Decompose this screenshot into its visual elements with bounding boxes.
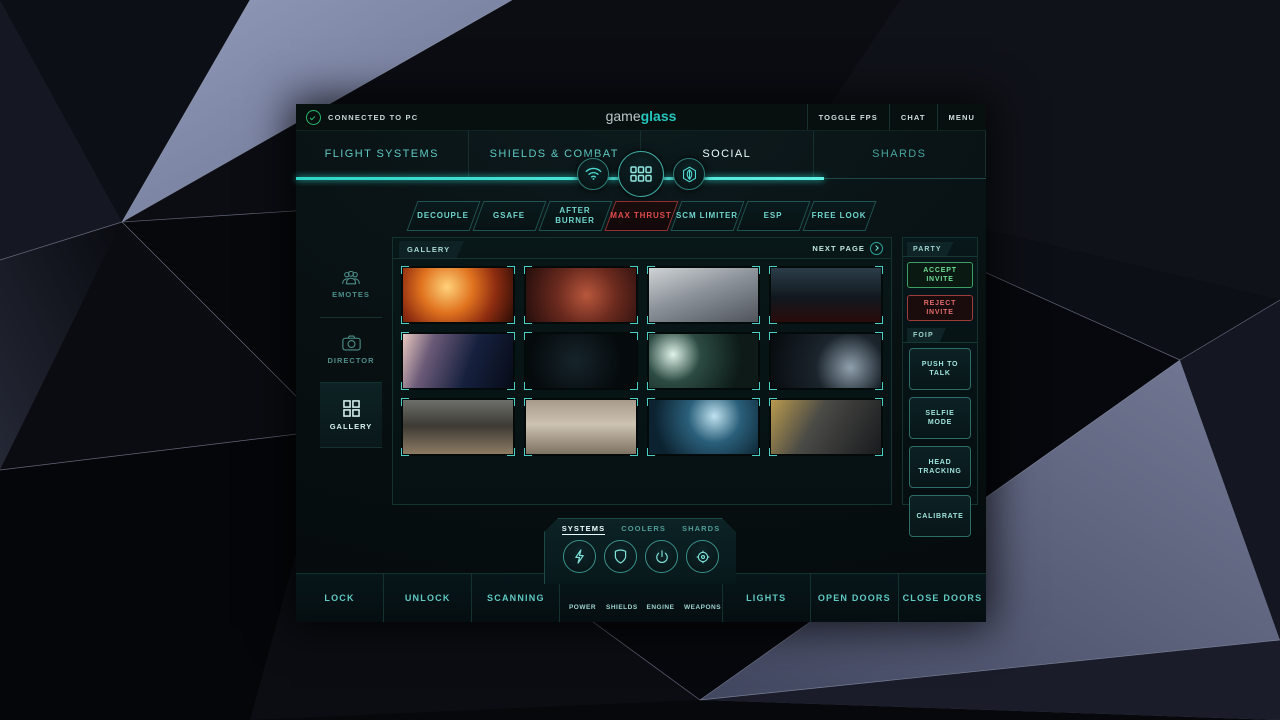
gameglass-window: CONNECTED TO PC gameglass TOGGLE FPS CHA… [296, 104, 986, 622]
subnav-gsafe[interactable]: GSAFE [472, 201, 546, 231]
gallery-thumbnail[interactable] [523, 332, 638, 390]
gallery-thumbnail[interactable] [646, 266, 761, 324]
close-doors-button[interactable]: CLOSE DOORS [899, 574, 986, 622]
subnav-scm-limiter[interactable]: SCM LIMITER [670, 201, 744, 231]
rail-item-gallery[interactable]: GALLERY [320, 383, 382, 448]
hud-icon-labels: POWER SHIELDS ENGINE WEAPONS [567, 604, 722, 611]
gallery-panel: GALLERY NEXT PAGE [392, 237, 892, 505]
gallery-thumbnail[interactable] [401, 398, 515, 456]
gallery-thumbnail[interactable] [769, 332, 883, 390]
shield-icon[interactable] [604, 540, 637, 573]
gallery-tab-label: GALLERY [399, 241, 465, 258]
selfie-mode-button[interactable]: SELFIE MODE [909, 397, 971, 439]
hud-tabs: SYSTEMS COOLERS SHARDS [545, 519, 736, 535]
crosshair-icon[interactable] [686, 540, 719, 573]
lightning-icon[interactable] [563, 540, 596, 573]
systems-hud: SYSTEMS COOLERS SHARDS [544, 518, 736, 584]
toggle-fps-button[interactable]: TOGGLE FPS [806, 104, 889, 130]
right-panel: PARTY ACCEPT INVITE REJECT INVITE FOIP P… [902, 237, 978, 537]
gallery-thumbnail[interactable] [401, 266, 515, 324]
logo-text-glass: glass [640, 108, 677, 124]
subnav-esp[interactable]: ESP [736, 201, 810, 231]
chevron-right-icon [870, 241, 883, 255]
head-tracking-button[interactable]: HEAD TRACKING [909, 446, 971, 488]
section-party: PARTY [903, 242, 977, 257]
rail-item-director[interactable]: DIRECTOR [320, 318, 382, 383]
gallery-thumbnail[interactable] [769, 266, 883, 324]
hud-label-weapons: WEAPONS [684, 604, 722, 611]
apps-grid-icon[interactable] [618, 151, 664, 197]
content-area: EMOTES DIRECTOR GALLERY GALLERY NEXT PAG… [296, 237, 986, 537]
reject-invite-button[interactable]: REJECT INVITE [907, 295, 973, 321]
hud-label-engine: ENGINE [646, 604, 675, 611]
hud-tab-systems[interactable]: SYSTEMS [561, 524, 606, 535]
rail-label-emotes: EMOTES [332, 290, 370, 299]
accept-invite-button[interactable]: ACCEPT INVITE [907, 262, 973, 288]
chat-button[interactable]: CHAT [888, 104, 937, 130]
gallery-thumbnail[interactable] [646, 398, 761, 456]
gallery-grid [393, 259, 891, 463]
titlebar-actions: TOGGLE FPS CHAT MENU [806, 104, 986, 130]
open-doors-button[interactable]: OPEN DOORS [811, 574, 899, 622]
section-foip: FOIP [903, 328, 977, 343]
subnav-free-look[interactable]: FREE LOOK [802, 201, 876, 231]
nav-tab-flight-systems[interactable]: FLIGHT SYSTEMS [296, 131, 469, 177]
center-icon-cluster [577, 151, 705, 197]
gallery-thumbnail[interactable] [523, 398, 638, 456]
left-rail: EMOTES DIRECTOR GALLERY [320, 237, 382, 505]
hud-tab-shards[interactable]: SHARDS [682, 524, 720, 535]
next-page-label: NEXT PAGE [812, 243, 865, 253]
nav-active-indicator [296, 177, 824, 180]
gallery-header: GALLERY NEXT PAGE [393, 238, 891, 259]
hud-label-shields: SHIELDS [606, 604, 638, 611]
subnav-max-thrust[interactable]: MAX THRUST [604, 201, 678, 231]
lock-button[interactable]: LOCK [296, 574, 385, 622]
subnav-decouple[interactable]: DECOUPLE [406, 201, 480, 231]
gallery-thumbnail[interactable] [769, 398, 883, 456]
calibrate-button[interactable]: CALIBRATE [909, 495, 971, 537]
sub-navigation: DECOUPLE GSAFE AFTER BURNER MAX THRUST S… [296, 201, 986, 237]
rail-label-director: DIRECTOR [327, 356, 375, 365]
power-symbol-icon[interactable] [645, 540, 678, 573]
main-navigation: FLIGHT SYSTEMS SHIELDS & COMBAT SOCIAL S… [296, 131, 986, 197]
unlock-button[interactable]: UNLOCK [384, 574, 473, 622]
logo-text-game: game [605, 108, 641, 124]
gallery-thumbnail[interactable] [401, 332, 515, 390]
hud-label-power: POWER [568, 604, 597, 611]
gallery-thumbnail[interactable] [646, 332, 761, 390]
section-title-foip: FOIP [907, 328, 946, 343]
push-to-talk-button[interactable]: PUSH TO TALK [909, 348, 971, 390]
subnav-after-burner[interactable]: AFTER BURNER [538, 201, 612, 231]
leaf-emblem-icon[interactable] [673, 158, 705, 190]
rail-item-emotes[interactable]: EMOTES [320, 253, 382, 318]
nav-tab-shards[interactable]: SHARDS [814, 131, 986, 177]
hud-tab-coolers[interactable]: COOLERS [621, 524, 666, 535]
section-title-party: PARTY [907, 242, 954, 257]
title-bar: CONNECTED TO PC gameglass TOGGLE FPS CHA… [296, 104, 986, 131]
menu-button[interactable]: MENU [936, 104, 986, 130]
wifi-icon[interactable] [577, 158, 609, 190]
gallery-thumbnail[interactable] [523, 266, 638, 324]
rail-label-gallery: GALLERY [329, 421, 373, 431]
hud-icon-row [545, 540, 736, 573]
next-page-button[interactable]: NEXT PAGE [812, 238, 883, 258]
